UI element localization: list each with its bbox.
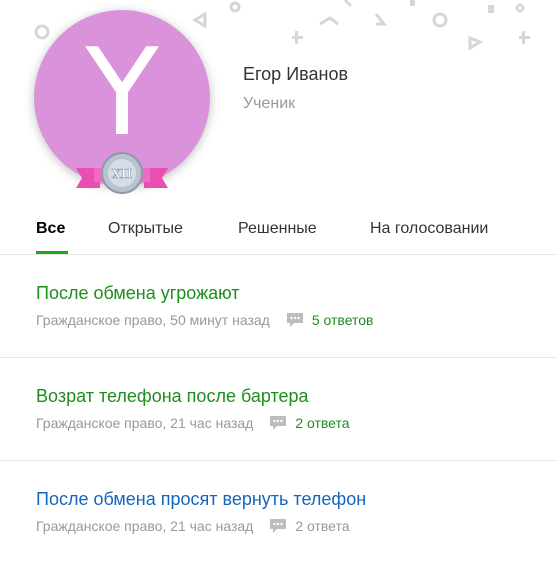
- profile-header: Y XII Егор Иванов Ученик: [0, 0, 557, 200]
- question-list: После обмена угрожают Гражданское право,…: [0, 255, 557, 563]
- avatar-wrap[interactable]: Y XII: [34, 10, 210, 194]
- user-name[interactable]: Егор Иванов: [243, 64, 348, 85]
- rank-badge-text: XII: [112, 167, 133, 181]
- comment-icon: [270, 519, 287, 533]
- avatar-letter: Y: [85, 24, 159, 163]
- question-category-time: Гражданское право, 21 час назад: [36, 518, 254, 534]
- tab-solved[interactable]: Решенные: [238, 220, 317, 238]
- answers-count-link[interactable]: 2 ответа: [295, 518, 349, 534]
- comment-icon: [286, 313, 303, 327]
- tab-open[interactable]: Открытые: [108, 220, 183, 238]
- comment-icon: [270, 416, 287, 430]
- question-title-link[interactable]: Возрат телефона после бартера: [36, 386, 309, 407]
- answers-count-link[interactable]: 2 ответа: [295, 415, 349, 431]
- tab-all[interactable]: Все: [36, 220, 65, 238]
- tab-voting[interactable]: На голосовании: [370, 220, 488, 238]
- question-category-time: Гражданское право, 50 минут назад: [36, 312, 270, 328]
- user-role: Ученик: [243, 95, 296, 112]
- list-item: Возрат телефона после бартера Гражданско…: [0, 358, 557, 461]
- question-title-link[interactable]: После обмена просят вернуть телефон: [36, 489, 366, 510]
- question-meta: Гражданское право, 50 минут назад 5 отве…: [36, 312, 374, 328]
- list-item: После обмена угрожают Гражданское право,…: [0, 255, 557, 358]
- question-meta: Гражданское право, 21 час назад 2 ответа: [36, 518, 350, 534]
- question-meta: Гражданское право, 21 час назад 2 ответа: [36, 415, 350, 431]
- answers-count-link[interactable]: 5 ответов: [312, 312, 374, 328]
- rank-badge-icon: XII: [76, 152, 168, 194]
- tabs: Все Открытые Решенные На голосовании: [0, 208, 557, 255]
- question-title-link[interactable]: После обмена угрожают: [36, 283, 240, 304]
- list-item: После обмена просят вернуть телефон Граж…: [0, 461, 557, 563]
- question-category-time: Гражданское право, 21 час назад: [36, 415, 254, 431]
- active-tab-indicator: [36, 251, 68, 254]
